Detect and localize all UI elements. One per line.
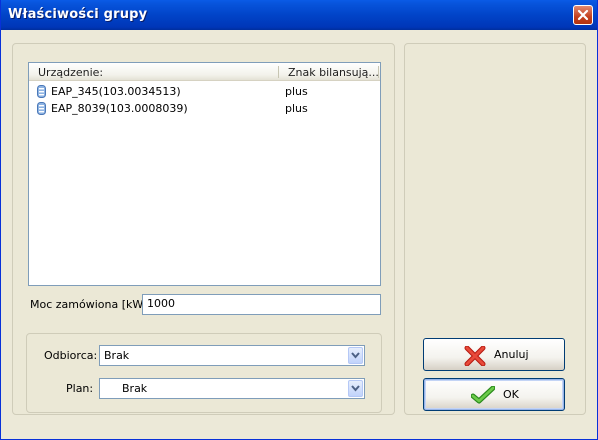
device-icon [37, 102, 46, 115]
list-item[interactable]: EAP_8039(103.0008039) plus [29, 100, 380, 117]
column-separator[interactable] [378, 66, 379, 78]
cancel-button[interactable]: Anuluj [423, 338, 565, 371]
column-header-sign[interactable]: Znak bilansują... [288, 66, 379, 79]
recipient-label: Odbiorca: [44, 349, 98, 362]
recipient-select[interactable]: Brak [99, 345, 365, 366]
title-bar: Właściwości grupy [1, 0, 597, 30]
checkmark-icon [471, 386, 495, 404]
close-button[interactable] [573, 5, 593, 25]
column-separator[interactable] [278, 66, 279, 78]
chevron-down-icon [351, 352, 360, 359]
device-name: EAP_8039(103.0008039) [51, 102, 188, 115]
column-header-device[interactable]: Urządzenie: [38, 66, 103, 79]
recipient-value: Brak [104, 349, 130, 362]
cancel-label: Anuluj [494, 348, 529, 361]
red-x-icon [464, 346, 486, 366]
device-list[interactable]: Urządzenie: Znak bilansują... EAP_345(10… [28, 62, 381, 286]
list-header: Urządzenie: Znak bilansują... [29, 63, 380, 81]
balance-sign: plus [285, 85, 308, 98]
balance-sign: plus [285, 102, 308, 115]
device-icon [37, 85, 46, 98]
dropdown-arrow[interactable] [348, 380, 363, 397]
list-item[interactable]: EAP_345(103.0034513) plus [29, 83, 380, 100]
ok-label: OK [503, 388, 519, 401]
ordered-power-label: Moc zamówiona [kW]: [30, 298, 152, 311]
plan-select[interactable]: Brak [99, 378, 365, 399]
plan-value: Brak [122, 382, 148, 395]
chevron-down-icon [351, 385, 360, 392]
device-name: EAP_345(103.0034513) [51, 85, 181, 98]
ok-button[interactable]: OK [423, 378, 565, 411]
dialog-window: Właściwości grupy Urządzenie: Znak bilan… [0, 0, 598, 440]
plan-label: Plan: [66, 382, 94, 395]
dropdown-arrow[interactable] [348, 347, 363, 364]
window-title: Właściwości grupy [8, 7, 148, 22]
close-icon [577, 9, 589, 21]
ordered-power-input[interactable]: 1000 [142, 294, 381, 315]
